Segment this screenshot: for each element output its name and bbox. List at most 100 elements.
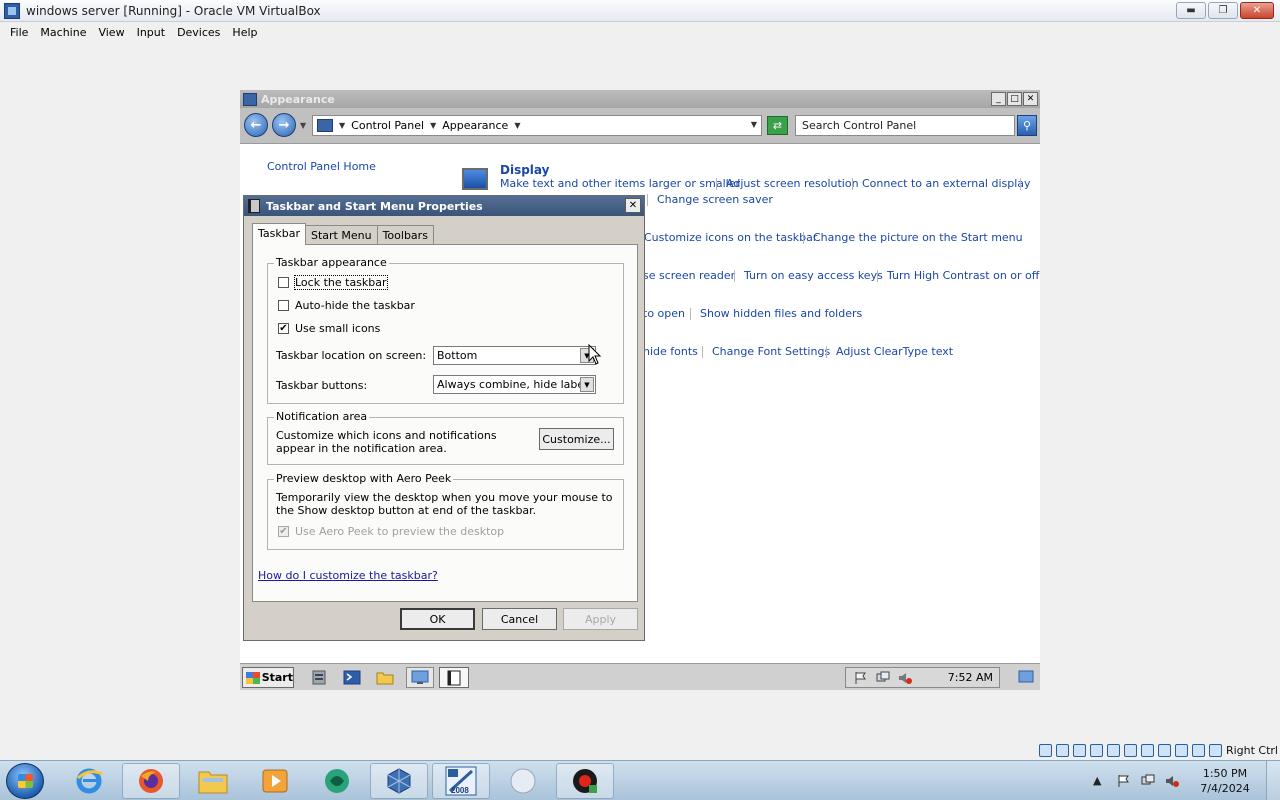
- refresh-button[interactable]: ⇄: [767, 116, 788, 135]
- keyboard-icon[interactable]: [1208, 743, 1222, 757]
- tab-taskbar[interactable]: Taskbar: [252, 223, 306, 245]
- small-icons-row[interactable]: ✔ Use small icons: [278, 322, 380, 335]
- folder-icon[interactable]: [376, 669, 394, 686]
- taskbar-app-white[interactable]: [494, 763, 552, 799]
- small-icons-checkbox[interactable]: ✔: [278, 323, 289, 334]
- search-icon[interactable]: ⚲: [1017, 115, 1037, 136]
- cleartype-link[interactable]: Adjust ClearType text: [836, 345, 953, 358]
- vbox-titlebar[interactable]: windows server [Running] - Oracle VM Vir…: [0, 0, 1280, 22]
- back-button[interactable]: ←: [244, 113, 268, 137]
- audio-icon[interactable]: [1072, 743, 1086, 757]
- dialog-close-button[interactable]: ✕: [625, 198, 641, 213]
- usb-icon[interactable]: [1106, 743, 1120, 757]
- taskbar-app-virtualbox[interactable]: [370, 763, 428, 799]
- breadcrumb-chevron-icon[interactable]: ▼: [430, 121, 436, 130]
- ok-button[interactable]: OK: [400, 608, 475, 630]
- menu-input[interactable]: Input: [131, 26, 171, 39]
- show-hidden-icons-icon[interactable]: ▲: [1093, 774, 1107, 788]
- small-icons-label[interactable]: Use small icons: [295, 322, 380, 335]
- volume-muted-icon[interactable]: [898, 671, 912, 685]
- customize-taskbar-icons-link[interactable]: Customize icons on the taskbar: [644, 231, 817, 244]
- guest-clock[interactable]: 7:52 AM: [948, 671, 993, 684]
- taskbar-item-taskbar-properties[interactable]: [439, 667, 469, 688]
- larger-text-link[interactable]: Make text and other items larger or smal…: [500, 177, 740, 190]
- breadcrumb[interactable]: ▼ Control Panel ▼ Appearance ▼ ▼: [312, 115, 762, 136]
- display-icon[interactable]: [1140, 743, 1154, 757]
- windows-start-orb[interactable]: [6, 763, 44, 799]
- show-hidden-files-link[interactable]: Show hidden files and folders: [700, 307, 862, 320]
- recent-pages-dropdown[interactable]: ▼: [300, 121, 306, 130]
- breadcrumb-chevron-icon[interactable]: ▼: [339, 121, 345, 130]
- cp-maximize-button[interactable]: □: [1007, 92, 1022, 106]
- start-menu-picture-link[interactable]: Change the picture on the Start menu: [813, 231, 1023, 244]
- network-icon[interactable]: [876, 671, 890, 685]
- show-desktop-icon[interactable]: [1018, 670, 1034, 684]
- menu-help[interactable]: Help: [226, 26, 263, 39]
- screen-resolution-link[interactable]: Adjust screen resolution: [726, 177, 859, 190]
- powershell-icon[interactable]: [343, 669, 361, 686]
- taskbar-item-control-panel[interactable]: [406, 667, 434, 688]
- hard-disk-icon[interactable]: [1038, 743, 1052, 757]
- host-clock[interactable]: 1:50 PM 7/4/2024: [1184, 766, 1266, 796]
- taskbar-app-firefox[interactable]: [122, 763, 180, 799]
- external-display-link[interactable]: Connect to an external display: [862, 177, 1031, 190]
- cpu-icon[interactable]: [1174, 743, 1188, 757]
- breadcrumb-appearance[interactable]: Appearance: [442, 119, 508, 132]
- chevron-down-icon[interactable]: ▼: [580, 377, 594, 392]
- menu-devices[interactable]: Devices: [171, 26, 226, 39]
- cancel-button[interactable]: Cancel: [482, 608, 557, 630]
- lock-taskbar-row[interactable]: Lock the taskbar: [278, 275, 388, 290]
- menu-view[interactable]: View: [92, 26, 130, 39]
- autohide-taskbar-row[interactable]: Auto-hide the taskbar: [278, 299, 415, 312]
- restore-button[interactable]: ❐: [1208, 2, 1238, 19]
- control-panel-titlebar[interactable]: Appearance _ □ ✕: [240, 90, 1040, 108]
- tab-toolbars[interactable]: Toolbars: [376, 225, 434, 245]
- hide-fonts-link[interactable]: hide fonts: [643, 345, 698, 358]
- shared-folders-icon[interactable]: [1123, 743, 1137, 757]
- taskbar-app-ie[interactable]: [60, 763, 118, 799]
- breadcrumb-chevron-icon[interactable]: ▼: [514, 121, 520, 130]
- display-heading[interactable]: Display: [500, 163, 549, 177]
- taskbar-app-windows-server-2008[interactable]: 2008: [432, 763, 490, 799]
- recording-icon[interactable]: [1157, 743, 1171, 757]
- close-button[interactable]: ✕: [1240, 2, 1274, 19]
- easy-access-keys-link[interactable]: Turn on easy access keys: [744, 269, 883, 282]
- cp-minimize-button[interactable]: _: [991, 92, 1006, 106]
- autohide-taskbar-checkbox[interactable]: [278, 300, 289, 311]
- minimize-button[interactable]: ▬: [1176, 2, 1206, 19]
- help-link[interactable]: How do I customize the taskbar?: [258, 569, 438, 582]
- lock-taskbar-label[interactable]: Lock the taskbar: [294, 275, 388, 290]
- taskbar-location-select[interactable]: Bottom ▼: [433, 346, 596, 365]
- action-center-flag-icon[interactable]: [854, 671, 868, 685]
- forward-button[interactable]: →: [272, 113, 296, 137]
- guest-screen[interactable]: Appearance _ □ ✕ ← → ▼ ▼ Control Panel ▼…: [240, 90, 1040, 690]
- action-center-flag-icon[interactable]: [1117, 774, 1131, 788]
- network-icon[interactable]: [1089, 743, 1103, 757]
- folder-open-link[interactable]: to open: [643, 307, 685, 320]
- menu-machine[interactable]: Machine: [34, 26, 92, 39]
- high-contrast-link[interactable]: Turn High Contrast on or off: [887, 269, 1039, 282]
- server-manager-icon[interactable]: [310, 669, 328, 686]
- screen-saver-link[interactable]: Change screen saver: [657, 193, 773, 206]
- tab-start-menu[interactable]: Start Menu: [305, 225, 378, 245]
- taskbar-app-media-player[interactable]: [246, 763, 304, 799]
- control-panel-home-link[interactable]: Control Panel Home: [267, 160, 376, 173]
- breadcrumb-control-panel[interactable]: Control Panel: [351, 119, 424, 132]
- autohide-taskbar-label[interactable]: Auto-hide the taskbar: [295, 299, 415, 312]
- lock-taskbar-checkbox[interactable]: [278, 277, 289, 288]
- cp-close-button[interactable]: ✕: [1023, 92, 1038, 106]
- optical-drive-icon[interactable]: [1055, 743, 1069, 757]
- customize-button[interactable]: Customize...: [539, 428, 614, 450]
- font-settings-link[interactable]: Change Font Settings: [712, 345, 830, 358]
- show-desktop-button[interactable]: [1266, 761, 1280, 800]
- network-icon[interactable]: [1141, 774, 1155, 788]
- taskbar-app-screen-recorder[interactable]: [556, 763, 614, 799]
- start-button[interactable]: Start: [242, 667, 294, 688]
- dialog-titlebar[interactable]: Taskbar and Start Menu Properties ✕: [244, 196, 644, 216]
- volume-muted-icon[interactable]: [1165, 774, 1179, 788]
- search-input[interactable]: Search Control Panel: [795, 115, 1015, 136]
- taskbar-app-green[interactable]: [308, 763, 366, 799]
- screen-reader-link[interactable]: se screen reader: [643, 269, 735, 282]
- taskbar-buttons-select[interactable]: Always combine, hide labels ▼: [433, 375, 596, 394]
- taskbar-app-explorer[interactable]: [184, 763, 242, 799]
